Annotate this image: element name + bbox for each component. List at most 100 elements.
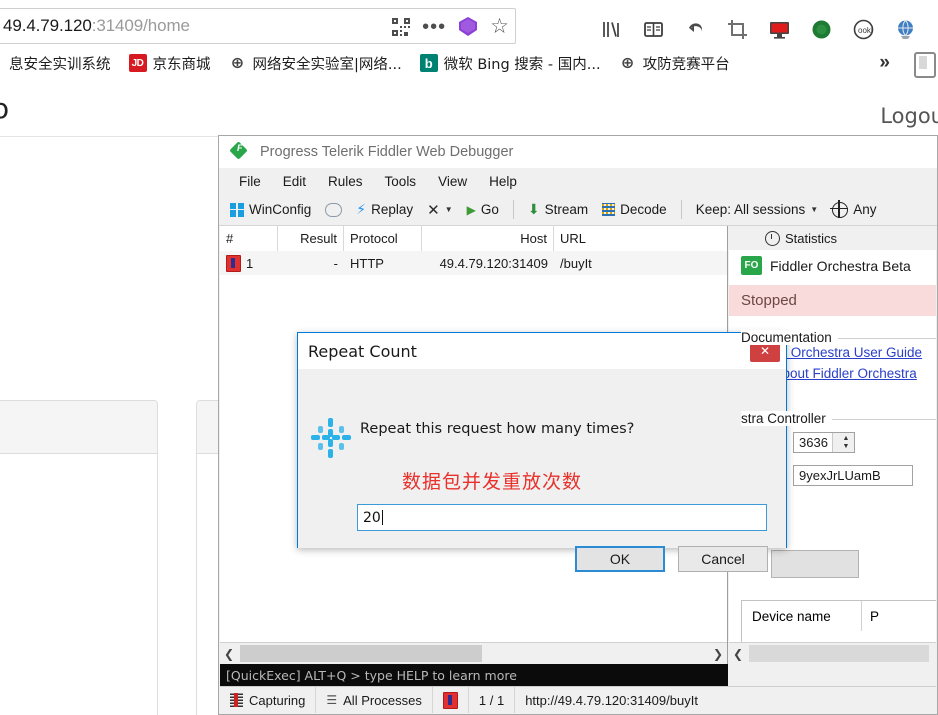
remove-button[interactable]: ✕ ▼ bbox=[422, 199, 458, 221]
inspector-horizontal-scrollbar[interactable]: ❮ bbox=[729, 642, 936, 664]
jd-icon: JD bbox=[128, 54, 147, 72]
table-row[interactable]: 1 - HTTP 49.4.79.120:31409 /buyIt bbox=[220, 251, 727, 275]
cancel-button[interactable]: Cancel bbox=[678, 546, 768, 572]
session-horizontal-scrollbar[interactable]: ❮ ❯ bbox=[220, 642, 727, 664]
site-brand: o bbox=[0, 92, 10, 125]
tab-statistics[interactable]: Statistics bbox=[757, 227, 845, 250]
doc-link-about[interactable]: about Fiddler Orchestra bbox=[775, 366, 936, 381]
globe-icon[interactable] bbox=[894, 18, 917, 41]
doc-link-user-guide[interactable]: er Orchestra User Guide bbox=[775, 345, 936, 360]
fiddler-orchestra-icon: FO bbox=[741, 256, 762, 275]
scroll-left-icon[interactable]: ❮ bbox=[220, 644, 238, 663]
session-url: /buyIt bbox=[560, 255, 592, 271]
repeat-count-input[interactable]: 20 bbox=[357, 504, 767, 531]
address-bar[interactable]: 49.4.79.120:31409/home ••• ☆ bbox=[0, 8, 516, 44]
close-x-icon: ✕ bbox=[427, 201, 440, 219]
menu-edit[interactable]: Edit bbox=[275, 171, 314, 192]
stream-button[interactable]: ⬇ Stream bbox=[523, 199, 593, 220]
column-header-url[interactable]: URL bbox=[554, 226, 727, 251]
dialog-title: Repeat Count bbox=[308, 341, 417, 361]
scroll-track[interactable] bbox=[238, 644, 709, 663]
capturing-label: Capturing bbox=[249, 692, 306, 708]
product-desc-line-1: cy bar bbox=[0, 587, 157, 617]
bookmark-item-2[interactable]: ⊕ 网络安全实验室|网络... bbox=[220, 48, 411, 78]
scroll-track[interactable] bbox=[747, 644, 936, 663]
bookmark-star-icon[interactable]: ☆ bbox=[490, 16, 509, 37]
go-button[interactable]: ▶ Go bbox=[462, 200, 504, 219]
product-card-1[interactable]: 条 5 辣条 cy bar , 辣片 极啦！ bbox=[0, 400, 158, 715]
text-caret bbox=[381, 510, 383, 525]
scroll-thumb[interactable] bbox=[749, 645, 929, 662]
fiddler-logo-icon bbox=[229, 140, 250, 162]
menu-file[interactable]: File bbox=[231, 171, 269, 192]
chevron-down-icon: ▼ bbox=[444, 205, 453, 214]
bookmarks-overflow-icon[interactable]: » bbox=[879, 52, 890, 74]
url-text: 49.4.79.120:31409/home bbox=[3, 16, 190, 36]
any-process-button[interactable]: Any bbox=[827, 199, 881, 220]
port-value: 3636 bbox=[799, 435, 828, 450]
bookmark-item-4[interactable]: ⊕ 攻防竞赛平台 bbox=[610, 48, 739, 78]
pocket-icon[interactable] bbox=[458, 16, 478, 38]
browser-chrome: 49.4.79.120:31409/home ••• ☆ ooki 息安全实训系… bbox=[0, 0, 938, 81]
dialog-titlebar[interactable]: Repeat Count ✕ bbox=[298, 333, 786, 369]
bookmark-item-0[interactable]: 息安全实训系统 bbox=[0, 48, 120, 78]
column-header-protocol[interactable]: Protocol bbox=[344, 226, 422, 251]
menu-view[interactable]: View bbox=[430, 171, 475, 192]
decode-button[interactable]: Decode bbox=[597, 200, 672, 219]
port-stepper[interactable]: 3636 ▲ ▼ bbox=[793, 432, 855, 453]
scroll-thumb[interactable] bbox=[240, 645, 482, 662]
winconfig-button[interactable]: WinConfig bbox=[225, 200, 316, 219]
sidebar-icon[interactable] bbox=[642, 18, 665, 41]
private-key-input[interactable]: 9yexJrLUamB bbox=[793, 465, 913, 486]
menu-tools[interactable]: Tools bbox=[377, 171, 425, 192]
keep-sessions-dropdown[interactable]: Keep: All sessions ▼ bbox=[691, 200, 823, 219]
screen-record-icon[interactable] bbox=[768, 18, 791, 41]
status-processes[interactable]: ☰ All Processes bbox=[316, 687, 433, 713]
column-header-num[interactable]: # bbox=[220, 226, 278, 251]
decode-grid-icon bbox=[602, 203, 616, 216]
session-list-header: # Result Protocol Host URL bbox=[220, 226, 727, 252]
filter-icon: ☰ bbox=[326, 693, 338, 707]
bookmarks-bar: 息安全实训系统 JD 京东商城 ⊕ 网络安全实验室|网络... b 微软 Bin… bbox=[0, 46, 938, 81]
device-column-name[interactable]: Device name bbox=[742, 601, 862, 631]
url-path: :31409/home bbox=[91, 16, 190, 35]
fiddler-menubar: File Edit Rules Tools View Help bbox=[219, 168, 937, 194]
globe-icon: ⊕ bbox=[230, 55, 245, 72]
replay-button[interactable]: ⚡ Replay bbox=[351, 199, 418, 220]
column-header-host[interactable]: Host bbox=[422, 226, 554, 251]
controller-section-label: stra Controller bbox=[741, 411, 832, 426]
bookmark-item-1[interactable]: JD 京东商城 bbox=[120, 48, 220, 78]
menu-help[interactable]: Help bbox=[481, 171, 525, 192]
fiddler-titlebar[interactable]: Progress Telerik Fiddler Web Debugger bbox=[219, 136, 937, 168]
comment-button[interactable] bbox=[320, 201, 347, 219]
url-host: 49.4.79.120 bbox=[3, 16, 92, 35]
menu-rules[interactable]: Rules bbox=[320, 171, 371, 192]
stepper-arrows-icon[interactable]: ▲ ▼ bbox=[832, 433, 854, 452]
column-header-result[interactable]: Result bbox=[278, 226, 344, 251]
controller-action-button[interactable] bbox=[771, 550, 859, 578]
library-icon[interactable] bbox=[600, 18, 623, 41]
qr-code-icon[interactable] bbox=[392, 18, 411, 36]
scroll-left-icon[interactable]: ❮ bbox=[729, 644, 747, 663]
session-protocol: HTTP bbox=[350, 255, 384, 271]
url-bar-row: 49.4.79.120:31409/home ••• ☆ ooki bbox=[0, 4, 938, 44]
device-column-p[interactable]: P bbox=[862, 609, 879, 624]
svg-text:ooki: ooki bbox=[858, 26, 873, 35]
undo-arrow-icon[interactable] bbox=[684, 18, 707, 41]
mobile-view-icon[interactable] bbox=[914, 52, 936, 78]
fiddler-window-title: Progress Telerik Fiddler Web Debugger bbox=[260, 144, 514, 160]
ok-button[interactable]: OK bbox=[575, 546, 665, 572]
green-circle-icon[interactable] bbox=[810, 18, 833, 41]
quickexec-input[interactable]: [QuickExec] ALT+Q > type HELP to learn m… bbox=[220, 664, 728, 687]
session-result: - bbox=[333, 255, 338, 271]
more-icon[interactable]: ••• bbox=[422, 17, 446, 37]
product-desc-line-0: 辣条 bbox=[0, 557, 157, 587]
status-capturing[interactable]: Capturing bbox=[220, 687, 317, 713]
bookmark-item-3[interactable]: b 微软 Bing 搜索 - 国内... bbox=[411, 48, 610, 78]
cookie-icon[interactable]: ooki bbox=[852, 18, 875, 41]
session-host: 49.4.79.120:31409 bbox=[439, 255, 548, 271]
screenshot-crop-icon[interactable] bbox=[726, 18, 749, 41]
logout-link[interactable]: Logou bbox=[880, 104, 938, 128]
scroll-right-icon[interactable]: ❯ bbox=[709, 644, 727, 663]
down-arrow-icon: ⬇ bbox=[527, 201, 540, 217]
